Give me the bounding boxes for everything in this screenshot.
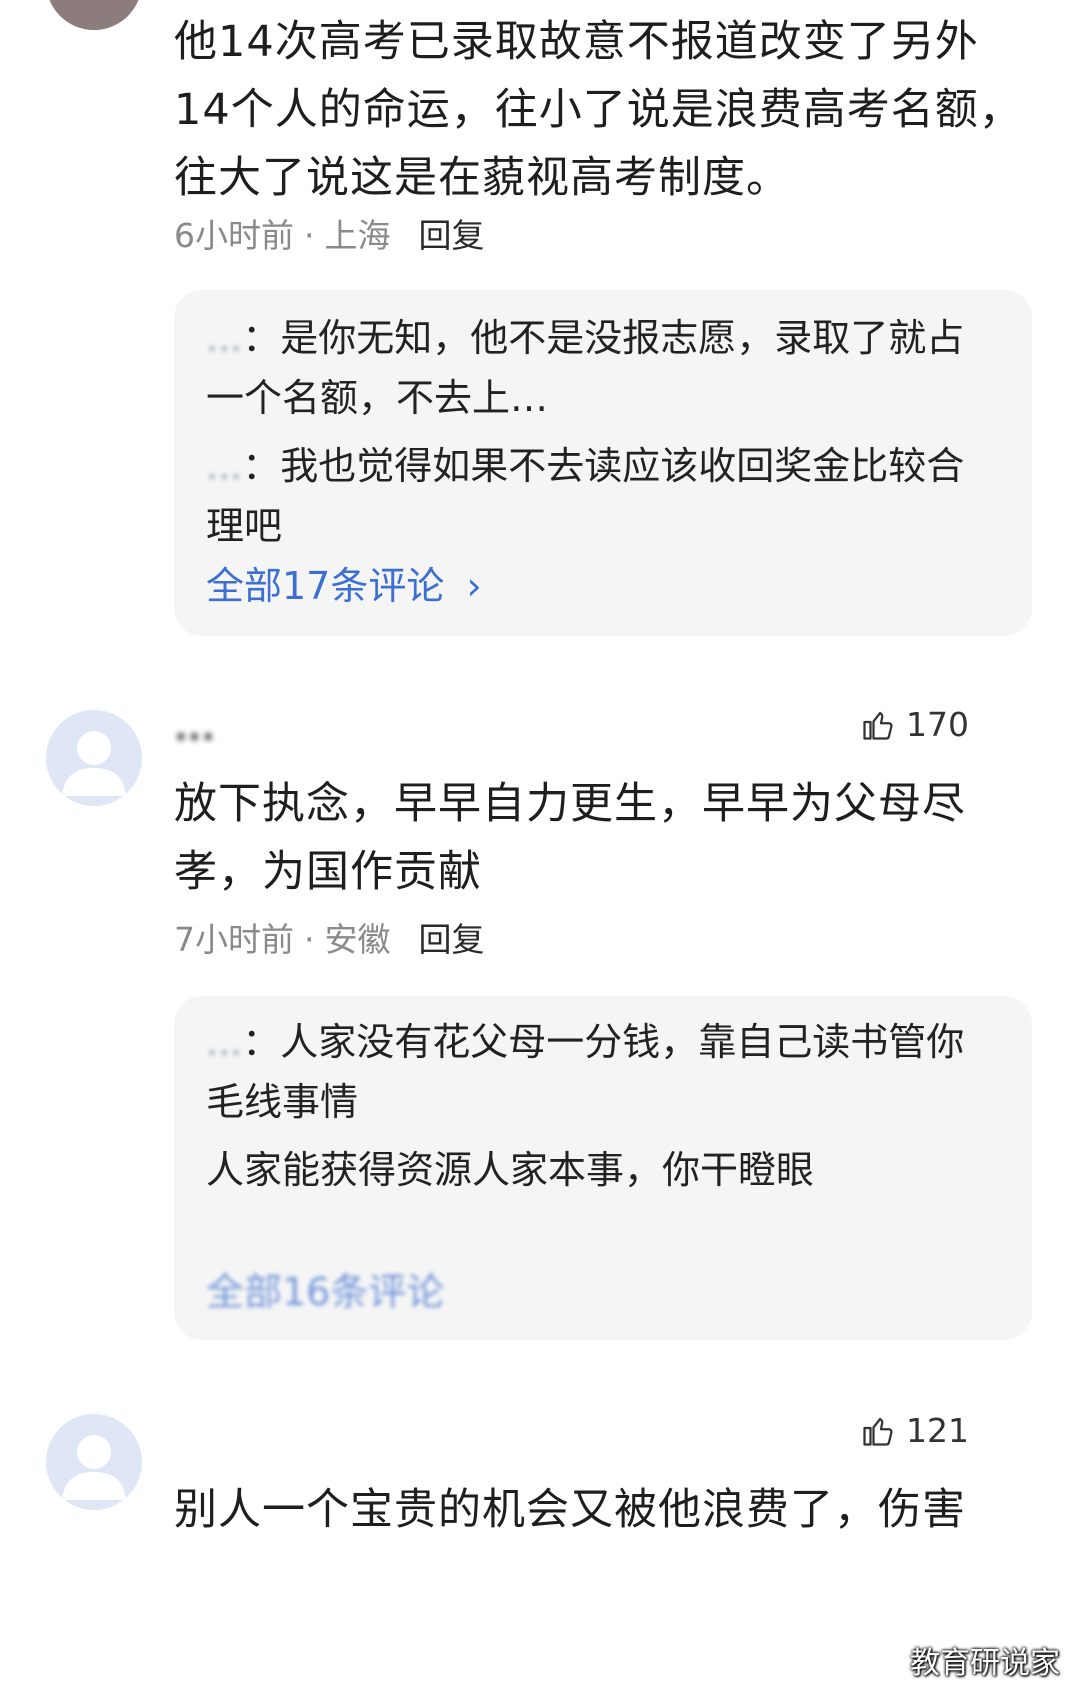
watermark: 教育研说家 [910, 1646, 1060, 1681]
comment-time: 7小时前 [174, 920, 294, 959]
chevron-right-icon: › [466, 564, 482, 608]
comment-meta: 6小时前 · 上海 回复 [174, 214, 485, 258]
avatar[interactable] [46, 1414, 142, 1510]
reply-text: 是你无知，他不是没报志愿，录取了就占一个名额，不去上… [206, 316, 965, 420]
reply-author[interactable]: ... [206, 444, 242, 488]
comment-location: 上海 [324, 216, 391, 255]
all-comments-label: 全部17条评论 [206, 564, 445, 608]
avatar[interactable] [46, 710, 142, 806]
comment-text: 他14次高考已录取故意不报道改变了另外14个人的命运，往小了说是浪费高考名额，往… [174, 17, 1023, 203]
all-comments-label: 全部16条评论 [206, 1270, 445, 1314]
reply-author[interactable]: ... [206, 1020, 242, 1064]
reply-button[interactable]: 回复 [419, 216, 485, 255]
comment-text: 放下执念，早早自力更生，早早为父母尽孝，为国作贡献 [174, 779, 966, 897]
comment-meta: 7小时前 · 安徽 回复 [174, 918, 485, 962]
reply-button[interactable]: 回复 [419, 920, 485, 959]
like-count: 121 [906, 1411, 969, 1450]
reply-author[interactable]: ... [206, 316, 242, 360]
reply-text: 我也觉得如果不去读应该收回奖金比较合理吧 [206, 444, 965, 548]
replies-box: ...：人家没有花父母一分钱，靠自己读书管你毛线事情 人家能获得资源人家本事，你… [174, 996, 1032, 1340]
reply-item[interactable]: 人家能获得资源人家本事，你干瞪眼 [206, 1140, 996, 1200]
comment-time: 6小时前 [174, 216, 294, 255]
default-avatar-icon [62, 731, 126, 796]
avatar[interactable] [46, 0, 142, 30]
comment-username[interactable]: ... [174, 708, 215, 749]
like-button[interactable]: 170 [860, 700, 969, 750]
meta-separator: · [304, 216, 315, 255]
comment-location: 安徽 [324, 920, 391, 959]
reply-item[interactable]: ...：我也觉得如果不去读应该收回奖金比较合理吧 [206, 436, 996, 556]
thumbs-up-icon [863, 1417, 893, 1446]
default-avatar-icon [62, 1435, 126, 1500]
like-button[interactable]: 121 [860, 1406, 969, 1456]
comment-text: 别人一个宝贵的机会又被他浪费了，伤害 [174, 1485, 966, 1535]
thumbs-up-icon [863, 711, 893, 740]
all-comments-link[interactable]: 全部16条评论 [206, 1264, 444, 1320]
like-count: 170 [906, 705, 969, 744]
reply-item[interactable]: ...：人家没有花父母一分钱，靠自己读书管你毛线事情 [206, 1012, 996, 1132]
replies-box: ...：是你无知，他不是没报志愿，录取了就占一个名额，不去上… ...：我也觉得… [174, 290, 1032, 636]
all-comments-link[interactable]: 全部17条评论 › [206, 558, 482, 614]
reply-text: 人家没有花父母一分钱，靠自己读书管你毛线事情 [206, 1020, 965, 1124]
reply-item[interactable]: ...：是你无知，他不是没报志愿，录取了就占一个名额，不去上… [206, 308, 996, 428]
meta-separator: · [304, 920, 315, 959]
reply-text: 人家能获得资源人家本事，你干瞪眼 [206, 1148, 815, 1192]
